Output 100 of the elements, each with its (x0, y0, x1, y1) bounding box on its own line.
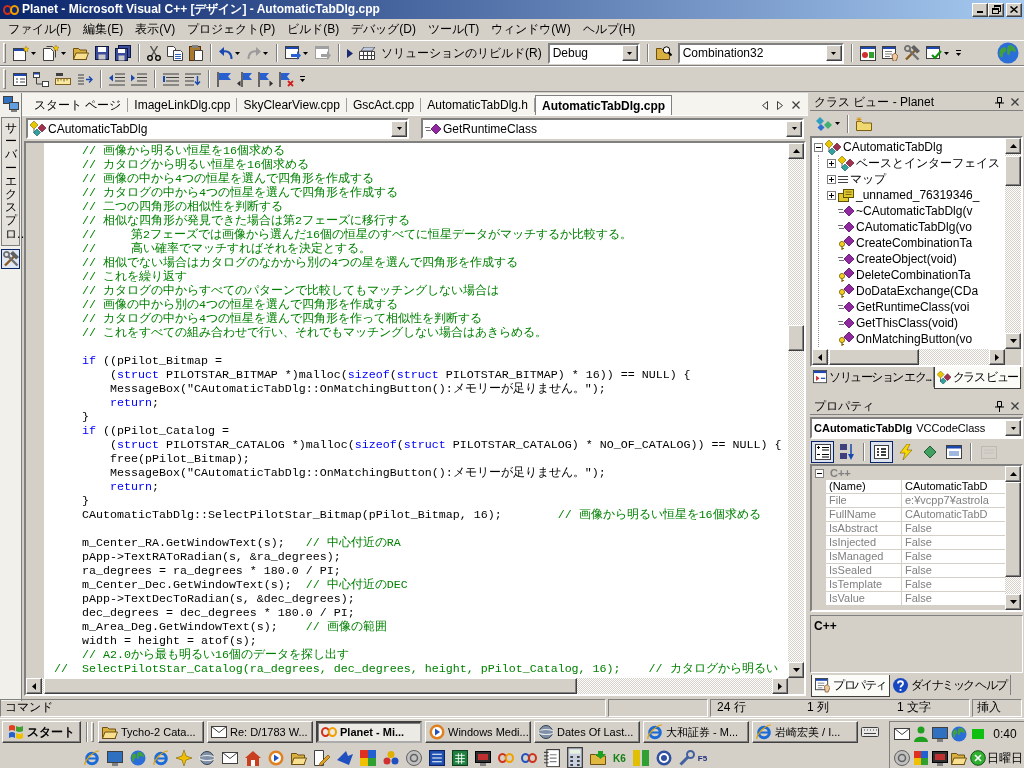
flag-cross-icon[interactable] (279, 71, 294, 87)
scissors-icon[interactable] (147, 45, 161, 61)
property-row[interactable]: IsAbstract False (826, 522, 1005, 536)
toolbar-handle[interactable] (3, 43, 6, 63)
minus-box-icon[interactable] (815, 468, 824, 478)
overflow-caret-icon[interactable] (300, 76, 305, 82)
document-tab[interactable]: AutomaticTabDlg.cpp (535, 95, 673, 115)
scroll-right-button[interactable] (772, 678, 788, 694)
scrollbar-thumb[interactable] (788, 324, 804, 351)
taskbar-button[interactable]: Dates Of Last... (534, 721, 640, 743)
tree-item[interactable]: GetThisClass(void) (856, 316, 959, 330)
member-dropdown[interactable]: GetRuntimeClass (421, 118, 804, 139)
tree-item[interactable]: CreateObject(void) (856, 252, 957, 266)
tree-item[interactable]: CAutomaticTabDlg(vo (856, 220, 973, 234)
caret-icon[interactable] (31, 51, 36, 55)
taskbar-button[interactable]: Re: D/1783 W... (207, 721, 313, 743)
overflow-caret-icon[interactable] (955, 50, 961, 56)
caret-icon[interactable] (835, 122, 840, 125)
document-star-icon[interactable] (43, 45, 59, 61)
close-button[interactable] (1006, 2, 1022, 17)
toolbox-tab[interactable] (1, 248, 20, 269)
taskbar-button[interactable]: Tycho-2 Cata... (98, 721, 204, 743)
restore-button[interactable] (988, 2, 1004, 17)
dropdown-button[interactable] (825, 45, 842, 61)
flag-arrow-icon[interactable] (258, 71, 273, 87)
clipboard-icon[interactable] (189, 45, 203, 61)
panel-tab[interactable]: プロパティ (811, 675, 890, 697)
folder-icon[interactable] (950, 751, 967, 765)
horizontal-scrollbar[interactable] (26, 678, 788, 694)
scroll-up-button[interactable] (1005, 138, 1021, 154)
folder-icon[interactable] (73, 46, 89, 60)
color-squares-icon[interactable] (913, 751, 928, 765)
class-dropdown[interactable]: CAutomaticTabDlg (26, 118, 409, 139)
globe-icon[interactable] (997, 42, 1019, 64)
configuration-dropdown[interactable]: Debug (547, 42, 640, 64)
ring-icon[interactable] (84, 750, 100, 766)
document-pencil-icon[interactable] (314, 750, 330, 766)
menu-item[interactable]: プロジェクト(P) (181, 19, 282, 40)
floppy-disks-icon[interactable] (115, 45, 131, 61)
caret-icon[interactable] (263, 51, 268, 55)
property-row[interactable]: IsSealed False (826, 564, 1005, 578)
vertical-scrollbar[interactable] (1005, 466, 1021, 610)
dropdown-button[interactable] (621, 45, 638, 61)
triangle-right-icon[interactable] (777, 100, 783, 110)
minimize-button[interactable] (972, 2, 988, 17)
minus-box-icon[interactable] (814, 142, 823, 152)
property-row[interactable]: File e:¥vcpp7¥astrola (826, 494, 1005, 508)
property-row[interactable]: IsTemplate False (826, 578, 1005, 592)
play-icon[interactable] (347, 48, 353, 58)
plus-box-icon[interactable] (827, 190, 836, 200)
grid-icon[interactable] (359, 46, 375, 60)
house-icon[interactable] (245, 750, 261, 766)
tree-item[interactable]: CreateCombinationTa (856, 236, 973, 250)
monitor-icon[interactable] (107, 750, 123, 766)
caret-icon[interactable] (303, 51, 308, 55)
disc-icon[interactable] (893, 750, 910, 766)
menu-item[interactable]: ビルド(B) (281, 19, 346, 40)
notebook-icon[interactable] (544, 748, 560, 768)
property-row[interactable]: IsInjected False (826, 536, 1005, 550)
document-tab[interactable]: AutomaticTabDlg.h (421, 98, 535, 112)
panel-tab[interactable]: ダイナミック ヘルプ (889, 675, 1011, 695)
object-dropdown[interactable]: CAutomaticTabDlg VCCodeClass (810, 417, 1023, 439)
tree-item[interactable]: DeleteCombinationTa (856, 268, 971, 282)
caret-icon[interactable] (61, 51, 66, 55)
taskbar-button[interactable]: 大和証券 - M... (643, 721, 749, 743)
lines-arrow-icon[interactable] (185, 72, 201, 86)
indent-icon[interactable] (131, 72, 147, 86)
envelope-icon[interactable] (893, 728, 910, 740)
taskbar-button[interactable]: Planet - Mi... (316, 721, 422, 743)
tree-item[interactable]: _unnamed_76319346_ (856, 188, 980, 202)
taskbar-button[interactable]: 岩崎宏美 / I... (752, 721, 858, 743)
hammer-wrench-icon[interactable] (903, 45, 920, 61)
window-hand-icon[interactable] (881, 45, 898, 61)
disc-icon[interactable] (406, 750, 422, 766)
clock-time[interactable]: 0:40 (993, 727, 1017, 741)
tree-item[interactable]: GetRuntimeClass(voi (856, 300, 970, 314)
x-circle-icon[interactable] (969, 750, 986, 766)
scrollbar-thumb[interactable] (43, 678, 577, 694)
kite-icon[interactable] (337, 751, 353, 765)
vertical-scrollbar[interactable] (1005, 138, 1021, 349)
scroll-up-button[interactable] (788, 143, 804, 159)
play-circle-icon[interactable] (268, 750, 284, 766)
window-check-icon[interactable] (925, 45, 942, 61)
tiles-icon[interactable] (632, 750, 649, 766)
globe-icon[interactable] (130, 750, 146, 766)
color-squares-icon[interactable] (360, 750, 376, 766)
pages-icon[interactable] (167, 45, 183, 61)
code-editor[interactable] (44, 143, 788, 678)
folder-sparkle-icon[interactable] (856, 116, 872, 131)
pin-icon[interactable] (995, 400, 1004, 412)
caret-icon[interactable] (943, 51, 949, 55)
folder-arrow-icon[interactable] (590, 751, 606, 765)
monitor-icon[interactable] (931, 726, 948, 742)
menu-item[interactable]: ウィンドウ(W) (485, 19, 577, 40)
toolbar-button[interactable] (870, 441, 893, 463)
calculator-icon[interactable] (567, 747, 583, 768)
infinity-logo-icon[interactable] (521, 753, 537, 763)
tree-item[interactable]: マップ (850, 170, 886, 188)
tree-item[interactable]: CAutomaticTabDlg (843, 140, 943, 154)
window-list-icon[interactable] (13, 72, 27, 86)
